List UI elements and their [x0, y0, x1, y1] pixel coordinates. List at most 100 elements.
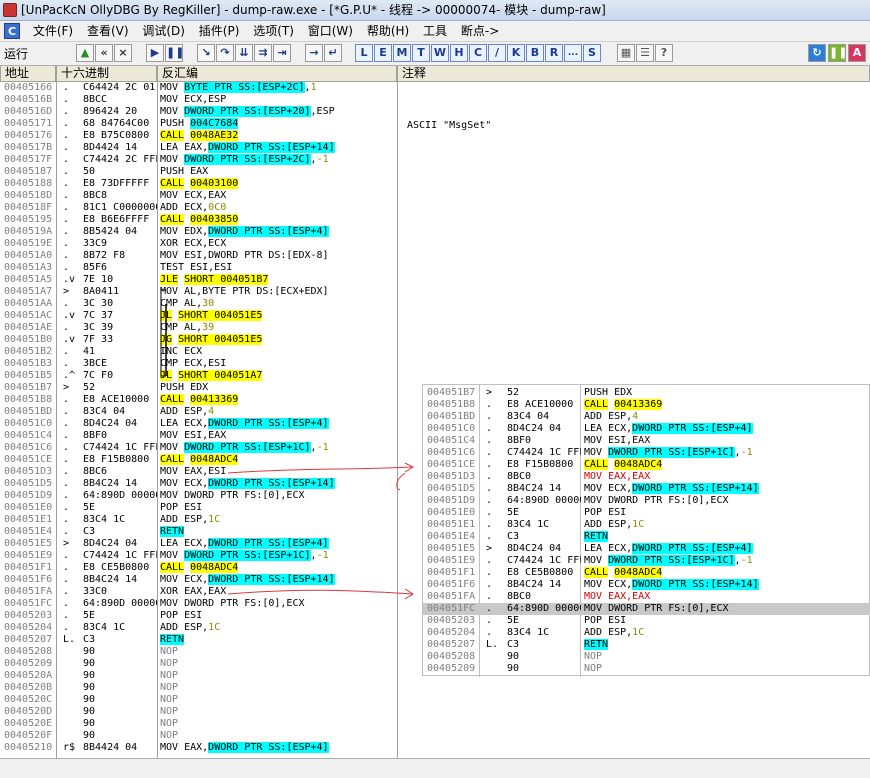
popup_rows-row[interactable]: 004051D9. 64:890D 000000MOV DWORD PTR FS:…: [423, 495, 870, 507]
rows-row[interactable]: 0040516D. 896424 20 MOV DWORD PTR SS:[ESP+…: [0, 106, 397, 118]
rows-row[interactable]: 004051D9. 64:890D 000000MOV DWORD PTR FS:…: [0, 490, 397, 502]
grid-icon[interactable]: ▦: [617, 44, 635, 62]
rows-row[interactable]: 004051B7 >52 PUSH EDX: [0, 382, 397, 394]
rows-row[interactable]: 004051A5 .v 7E 10 JLE SHORT 004051B7: [0, 274, 397, 286]
rows-row[interactable]: 00405176. E8 B75C0800 CALL 0048AE32: [0, 130, 397, 142]
trace-over-icon[interactable]: ⇉: [254, 44, 272, 62]
popup_rows-row[interactable]: 00405209 90 NOP: [423, 663, 870, 675]
rows-row[interactable]: 004051AA. 3C 30 CMP AL,30: [0, 298, 397, 310]
popup_rows-row[interactable]: 00405208 90 NOP: [423, 651, 870, 663]
rows-row[interactable]: 004051C0. 8D4C24 04 LEA ECX,DWORD PTR SS:[…: [0, 418, 397, 430]
font-a-icon[interactable]: A: [848, 44, 866, 62]
rows-row[interactable]: 004051E9. C74424 1C FFFFMOV DWORD PTR SS:…: [0, 550, 397, 562]
rows-row[interactable]: 00405171. 68 84764C00 PUSH 004C7684: [0, 118, 397, 130]
run-icon[interactable]: ▶: [146, 44, 164, 62]
toolbar-btn-w[interactable]: W: [431, 44, 449, 62]
rows-row[interactable]: 0040519A. 8B5424 04 MOV EDX,DWORD PTR SS:[…: [0, 226, 397, 238]
pause-icon[interactable]: ❚❚: [165, 44, 184, 62]
c-icon[interactable]: C: [4, 23, 20, 39]
rows-row[interactable]: 004051AE. 3C 39 CMP AL,39: [0, 322, 397, 334]
rows-row[interactable]: 00405207 L. C3 RETN: [0, 634, 397, 646]
popup_rows-row[interactable]: 004051C6. C74424 1C FFFFMOV DWORD PTR SS:…: [423, 447, 870, 459]
col-header-comment[interactable]: 注释: [397, 66, 870, 82]
rows-row[interactable]: 0040518F. 81C1 C0000000 ADD ECX,0C0: [0, 202, 397, 214]
popup_rows-row[interactable]: 004051BD. 83C4 04 ADD ESP,4: [423, 411, 870, 423]
toolbar-btn-k[interactable]: K: [507, 44, 525, 62]
menu-file[interactable]: 文件(F): [28, 21, 78, 42]
toolbar-btn-c[interactable]: C: [469, 44, 487, 62]
rows-row[interactable]: 0040518D. 8BC8 MOV ECX,EAX: [0, 190, 397, 202]
rows-row[interactable]: 004051F1. E8 CE5B0800 CALL 0048ADC4: [0, 562, 397, 574]
toolbar-btn-s[interactable]: S: [583, 44, 601, 62]
trace-into-icon[interactable]: ⇊: [235, 44, 253, 62]
col-header-address[interactable]: 地址: [0, 66, 56, 82]
menu-plugins[interactable]: 插件(P): [194, 21, 245, 42]
execute-till-return-icon[interactable]: ⇥: [273, 44, 291, 62]
rows-row[interactable]: 004051A3. 85F6 TEST ESI,ESI: [0, 262, 397, 274]
popup_rows-row[interactable]: 004051D5. 8B4C24 14 MOV ECX,DWORD PTR SS:[…: [423, 483, 870, 495]
rows-row[interactable]: 004051D3. 8BC6 MOV EAX,ESI: [0, 466, 397, 478]
pause-green-icon[interactable]: ❚❚: [828, 44, 847, 62]
menu-breakpoints[interactable]: 断点->: [456, 21, 504, 42]
menu-tools[interactable]: 工具: [418, 21, 452, 42]
rows-row[interactable]: 004051A0. 8B72 F8 MOV ESI,DWORD PTR DS:[ED…: [0, 250, 397, 262]
popup_rows-row[interactable]: 004051E4. C3 RETN: [423, 531, 870, 543]
popup_rows-row[interactable]: 004051E0. 5E POP ESI: [423, 507, 870, 519]
disassembly-pane[interactable]: 00405166. C64424 2C 01 MOV BYTE PTR SS:[ES…: [0, 82, 397, 758]
popup_rows-row[interactable]: 004051E1. 83C4 1C ADD ESP,1C: [423, 519, 870, 531]
rows-row[interactable]: 00405209 90 NOP: [0, 658, 397, 670]
menu-window[interactable]: 窗口(W): [303, 21, 358, 42]
return-icon[interactable]: ↵: [324, 44, 342, 62]
rows-row[interactable]: 00405210 r$ 8B4424 04 MOV EAX,DWORD PTR SS:…: [0, 742, 397, 754]
toolbar-btn-b[interactable]: B: [526, 44, 544, 62]
rows-row[interactable]: 00405204. 83C4 1C ADD ESP,1C: [0, 622, 397, 634]
popup_rows-row[interactable]: 004051FA. 8BC0 MOV EAX,EAX: [423, 591, 870, 603]
popup_rows-row[interactable]: 00405203. 5E POP ESI: [423, 615, 870, 627]
rows-row[interactable]: 004051A7 >8A0411 MOV AL,BYTE PTR DS:[ECX+E…: [0, 286, 397, 298]
rows-row[interactable]: 004051E1. 83C4 1C ADD ESP,1C: [0, 514, 397, 526]
toolbar-btn-m[interactable]: M: [393, 44, 411, 62]
popup_rows-row[interactable]: 004051D3. 8BC0 MOV EAX,EAX: [423, 471, 870, 483]
rows-row[interactable]: 0040519E. 33C9 XOR ECX,ECX: [0, 238, 397, 250]
rows-row[interactable]: 004051B5 .^ 7C F0 JL SHORT 004051A7: [0, 370, 397, 382]
popup_rows-row[interactable]: 004051F6. 8B4C24 14 MOV ECX,DWORD PTR SS:[…: [423, 579, 870, 591]
goto-icon[interactable]: →: [305, 44, 323, 62]
close-icon[interactable]: ×: [114, 44, 132, 62]
toolbar-btn-h[interactable]: H: [450, 44, 468, 62]
restart-icon[interactable]: «: [95, 44, 113, 62]
popup_rows-row[interactable]: 004051B8. E8 ACE10000 CALL 00413369: [423, 399, 870, 411]
rows-row[interactable]: 00405166. C64424 2C 01 MOV BYTE PTR SS:[ES…: [0, 82, 397, 94]
rows-row[interactable]: 004051C6. C74424 1C FFFFMOV DWORD PTR SS:…: [0, 442, 397, 454]
rows-row[interactable]: 004051B0 .v 7F 33 JG SHORT 004051E5: [0, 334, 397, 346]
popup_rows-row[interactable]: 00405204. 83C4 1C ADD ESP,1C: [423, 627, 870, 639]
rows-row[interactable]: 004051FC. 64:890D 000000MOV DWORD PTR FS:…: [0, 598, 397, 610]
rows-row[interactable]: 004051F6. 8B4C24 14 MOV ECX,DWORD PTR SS:[…: [0, 574, 397, 586]
rows-row[interactable]: 004051E5 >8D4C24 04 LEA ECX,DWORD PTR SS:[…: [0, 538, 397, 550]
rows-row[interactable]: 004051E0. 5E POP ESI: [0, 502, 397, 514]
step-into-icon[interactable]: ↘: [197, 44, 215, 62]
help-icon[interactable]: ?: [655, 44, 673, 62]
rows-row[interactable]: 00405203. 5E POP ESI: [0, 610, 397, 622]
rows-row[interactable]: 0040517B. 8D4424 14 LEA EAX,DWORD PTR SS:[…: [0, 142, 397, 154]
list-icon[interactable]: ☰: [636, 44, 654, 62]
toolbar-btn-slash[interactable]: /: [488, 44, 506, 62]
rows-row[interactable]: 004051FA. 33C0 XOR EAX,EAX: [0, 586, 397, 598]
rows-row[interactable]: 00405208 90 NOP: [0, 646, 397, 658]
rows-row[interactable]: 004051E4. C3 RETN: [0, 526, 397, 538]
col-header-disasm[interactable]: 反汇编: [157, 66, 397, 82]
step-over-icon[interactable]: ↷: [216, 44, 234, 62]
rows-row[interactable]: 0040520B 90 NOP: [0, 682, 397, 694]
popup_rows-row[interactable]: 004051C0. 8D4C24 04 LEA ECX,DWORD PTR SS:[…: [423, 423, 870, 435]
rows-row[interactable]: 00405187. 50 PUSH EAX: [0, 166, 397, 178]
popup_rows-row[interactable]: 004051C4. 8BF0 MOV ESI,EAX: [423, 435, 870, 447]
rows-row[interactable]: 004051C4. 8BF0 MOV ESI,EAX: [0, 430, 397, 442]
toolbar-btn-l[interactable]: L: [355, 44, 373, 62]
rows-row[interactable]: 004051B3. 3BCE CMP ECX,ESI: [0, 358, 397, 370]
toolbar-btn-t[interactable]: T: [412, 44, 430, 62]
popup_rows-row[interactable]: 004051FC. 64:890D 000000MOV DWORD PTR FS:…: [423, 603, 870, 615]
rows-row[interactable]: 004051BD. 83C4 04 ADD ESP,4: [0, 406, 397, 418]
menu-debug[interactable]: 调试(D): [137, 21, 190, 42]
rows-row[interactable]: 0040517F. C74424 2C FFFFMOV DWORD PTR SS:…: [0, 154, 397, 166]
toolbar-btn-e[interactable]: E: [374, 44, 392, 62]
rows-row[interactable]: 0040516B. 8BCC MOV ECX,ESP: [0, 94, 397, 106]
